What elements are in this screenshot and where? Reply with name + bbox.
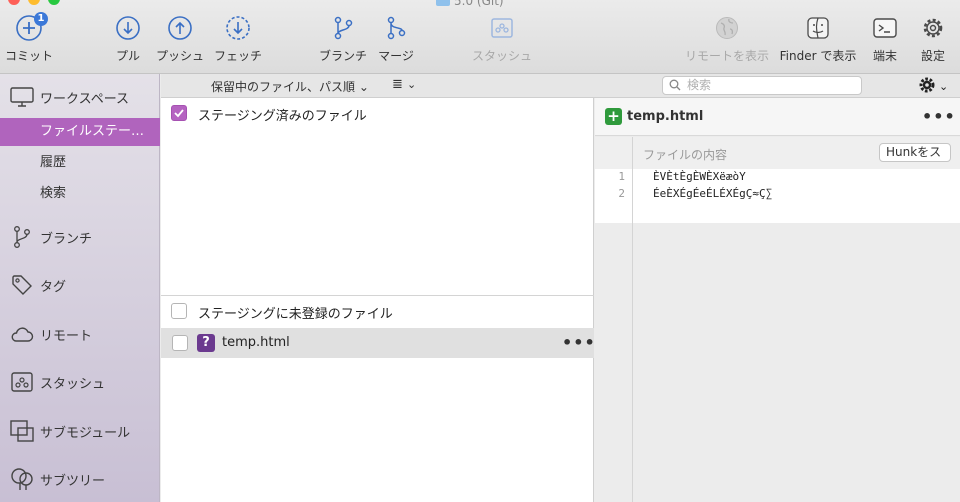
folder-icon xyxy=(436,0,450,6)
close-window-button[interactable] xyxy=(8,0,20,5)
tag-icon xyxy=(9,273,35,297)
more-options-icon[interactable]: ••• xyxy=(562,333,596,352)
sidebar: ワークスペース ファイルステー… 履歴 検索 ブランチ タグ リモート スタッシ… xyxy=(0,74,160,502)
push-icon xyxy=(166,14,194,42)
chevron-down-icon: ⌄ xyxy=(939,80,949,93)
stash-icon xyxy=(488,14,516,42)
diff-panel: + temp.html ••• ファイルの内容 Hunkをス 1 ÈVÈtÈgÈ… xyxy=(595,98,960,502)
cloud-icon xyxy=(9,322,35,346)
sidebar-item-history[interactable]: 履歴 xyxy=(0,149,160,177)
merge-icon xyxy=(382,14,410,42)
show-in-finder-button[interactable]: Finder で表示 xyxy=(776,14,860,70)
search-icon xyxy=(669,79,681,96)
sidebar-item-subtrees[interactable]: サブツリー xyxy=(0,464,160,494)
file-checkbox[interactable] xyxy=(172,335,188,351)
more-options-icon[interactable]: ••• xyxy=(922,107,956,126)
staged-section: ステージング済みのファイル xyxy=(161,98,594,128)
merge-button[interactable]: マージ xyxy=(376,14,416,70)
subtree-icon xyxy=(9,467,35,491)
staged-checkbox[interactable] xyxy=(171,105,187,121)
line-number: 2 xyxy=(618,187,625,200)
file-name: temp.html xyxy=(222,335,290,350)
sidebar-item-remotes[interactable]: リモート xyxy=(0,319,160,349)
code-line: ÉeÈXÉgÉeÉLÉXÉgÇ≈Ç∑ xyxy=(653,187,773,200)
show-remote-button[interactable]: リモートを表示 xyxy=(684,14,770,70)
commit-count-badge: 1 xyxy=(34,12,48,26)
hunk-title: ファイルの内容 xyxy=(643,148,728,162)
diff-file-name: temp.html xyxy=(627,109,704,124)
toolbar: 5.0 (Git) 1 コミット プル プッシュ フェッチ ブランチ マージ ス… xyxy=(0,0,960,74)
pull-icon xyxy=(114,14,142,42)
settings-button[interactable]: 設定 xyxy=(918,14,948,70)
sidebar-item-workspace[interactable]: ワークスペース xyxy=(0,82,160,112)
monitor-icon xyxy=(9,85,35,109)
sort-dropdown[interactable]: 保留中のファイル、パス順 ⌄ xyxy=(211,78,369,95)
hunk-header: ファイルの内容 Hunkをス xyxy=(595,137,960,169)
globe-icon xyxy=(713,14,741,42)
code-line: ÈVÈtÈgÈWÈXëæòY xyxy=(653,170,746,183)
options-dropdown[interactable]: ⌄ xyxy=(918,76,948,97)
branch-button[interactable]: ブランチ xyxy=(318,14,368,70)
unstaged-title: ステージングに未登録のファイル xyxy=(198,307,393,322)
view-mode-dropdown[interactable]: ≣ ⌄ xyxy=(392,77,416,92)
gear-icon xyxy=(918,76,936,97)
search-input[interactable]: 検索 xyxy=(662,76,862,95)
branch-icon xyxy=(329,14,357,42)
gear-icon xyxy=(919,14,947,42)
stash-icon xyxy=(9,370,35,394)
untracked-status-icon: ? xyxy=(197,334,215,352)
line-number: 1 xyxy=(618,170,625,183)
file-status-panel: ステージング済みのファイル ステージングに未登録のファイル ? temp.htm… xyxy=(161,98,596,502)
finder-icon xyxy=(804,14,832,42)
filter-bar: 保留中のファイル、パス順 ⌄ ≣ ⌄ 検索 ⌄ xyxy=(161,74,960,98)
stage-hunk-button[interactable]: Hunkをス xyxy=(879,143,951,162)
unstaged-section: ステージングに未登録のファイル xyxy=(161,295,594,325)
added-status-icon: + xyxy=(605,108,622,125)
push-button[interactable]: プッシュ xyxy=(155,14,205,70)
commit-button[interactable]: 1 コミット xyxy=(4,12,54,70)
chevron-down-icon: ⌄ xyxy=(358,80,369,94)
diff-content: 1 ÈVÈtÈgÈWÈXëæòY 2 ÉeÈXÉgÉeÉLÉXÉgÇ≈Ç∑ xyxy=(595,169,960,223)
sidebar-item-branches[interactable]: ブランチ xyxy=(0,222,160,252)
table-row[interactable]: ? temp.html ••• xyxy=(161,328,596,358)
unstaged-checkbox[interactable] xyxy=(171,303,187,319)
stash-button[interactable]: スタッシュ xyxy=(470,14,534,70)
fetch-icon xyxy=(224,14,252,42)
sidebar-item-submodules[interactable]: サブモジュール xyxy=(0,416,160,446)
minimize-window-button[interactable] xyxy=(28,0,40,5)
sidebar-item-search[interactable]: 検索 xyxy=(0,180,160,208)
sidebar-item-stashes[interactable]: スタッシュ xyxy=(0,367,160,397)
terminal-icon xyxy=(871,14,899,42)
diff-file-header: + temp.html ••• xyxy=(595,98,960,136)
submodule-icon xyxy=(9,419,35,443)
staged-title: ステージング済みのファイル xyxy=(198,109,367,124)
window-title: 5.0 (Git) xyxy=(436,0,504,8)
fetch-button[interactable]: フェッチ xyxy=(212,14,264,70)
sidebar-item-tags[interactable]: タグ xyxy=(0,270,160,300)
chevron-down-icon: ⌄ xyxy=(407,78,417,91)
sidebar-item-file-status[interactable]: ファイルステー… xyxy=(0,118,160,146)
list-icon: ≣ xyxy=(392,77,403,92)
zoom-window-button[interactable] xyxy=(48,0,60,5)
terminal-button[interactable]: 端末 xyxy=(870,14,900,70)
pull-button[interactable]: プル xyxy=(108,14,148,70)
branch-icon xyxy=(9,225,35,249)
